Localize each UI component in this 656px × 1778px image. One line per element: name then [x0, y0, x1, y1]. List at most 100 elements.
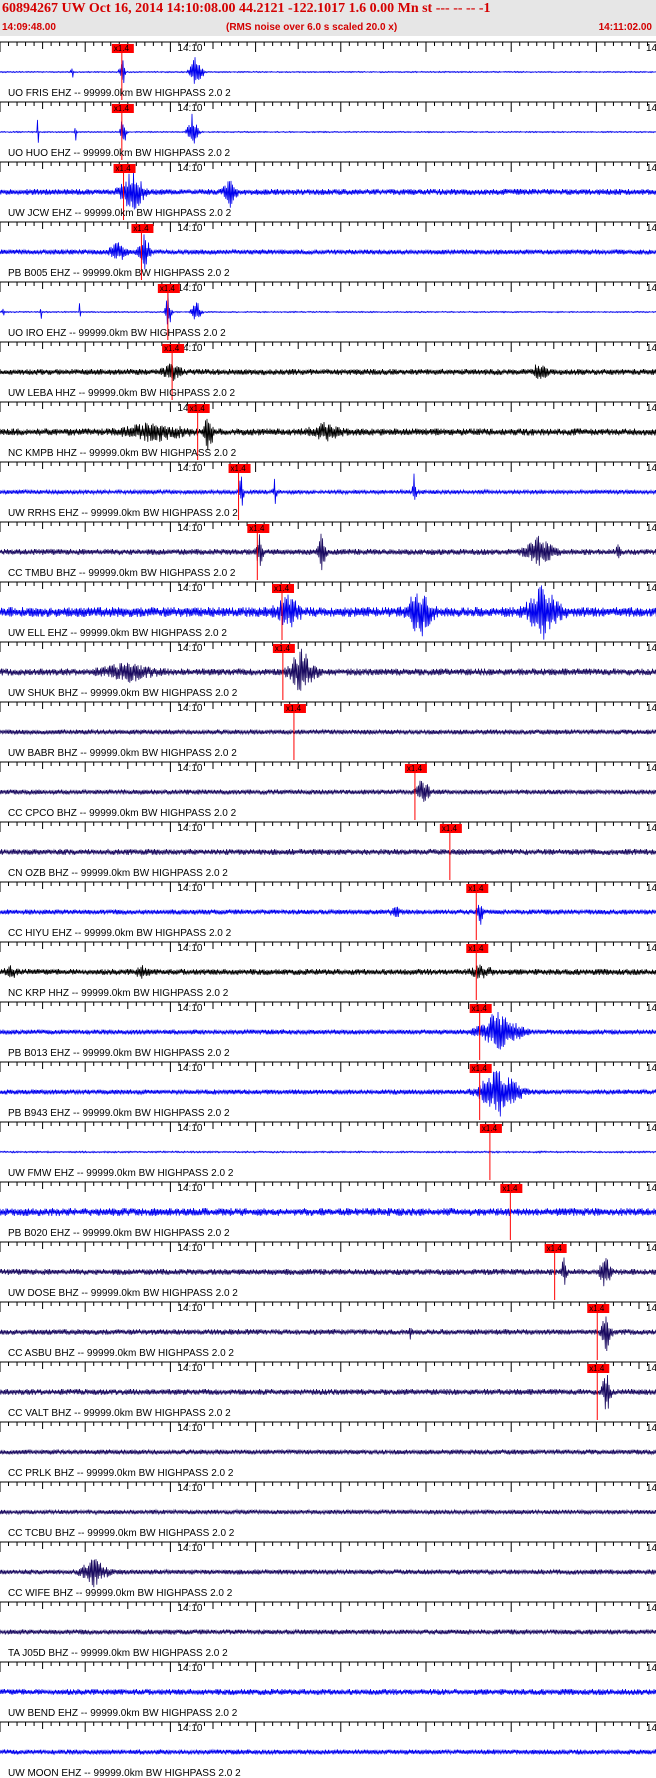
tick-label: 14:10: [177, 283, 202, 294]
trace-label: UW SHUK BHZ -- 99999.0km BW HIGHPASS 2.0…: [8, 688, 238, 699]
waveform-trace: [0, 533, 656, 571]
waveform-trace: [0, 1508, 656, 1516]
tick-label: 14:10: [177, 463, 202, 474]
tick-label: 14:10: [177, 703, 202, 714]
tick-label-right: 14: [646, 1063, 656, 1074]
trace-label: CC PRLK BHZ -- 99999.0km BW HIGHPASS 2.0…: [8, 1468, 234, 1479]
trace-label: NC KRP HHZ -- 99999.0km BW HIGHPASS 2.0 …: [8, 988, 229, 999]
waveform-trace: [0, 1448, 656, 1456]
tick-label-right: 14: [646, 1663, 656, 1674]
tick-label: 14:10: [177, 583, 202, 594]
waveform-trace: [0, 1374, 656, 1410]
waveform-trace: [0, 1559, 656, 1588]
trace-label: CC WIFE BHZ -- 99999.0km BW HIGHPASS 2.0…: [8, 1588, 233, 1599]
trace-label: UO HUO EHZ -- 99999.0km BW HIGHPASS 2.0 …: [8, 148, 231, 159]
trace-label: UW JCW EHZ -- 99999.0km BW HIGHPASS 2.0 …: [8, 208, 232, 219]
waveform-trace: [0, 1748, 656, 1756]
tick-label-right: 14: [646, 883, 656, 894]
tick-label-right: 14: [646, 1423, 656, 1434]
tick-label: 14:10: [177, 883, 202, 894]
waveform-trace: [0, 418, 656, 451]
trace-label: PB B005 EHZ -- 99999.0km BW HIGHPASS 2.0…: [8, 268, 230, 279]
trace-label: UW FMW EHZ -- 99999.0km BW HIGHPASS 2.0 …: [8, 1168, 234, 1179]
trace-label: UW DOSE BHZ -- 99999.0km BW HIGHPASS 2.0…: [8, 1288, 238, 1299]
tick-label: 14:10: [177, 1423, 202, 1434]
waveform-trace: [0, 1628, 656, 1636]
noise-note: (RMS noise over 6.0 s scaled 20.0 x): [226, 22, 398, 33]
trace-label: PB B013 EHZ -- 99999.0km BW HIGHPASS 2.0…: [8, 1048, 230, 1059]
waveform-trace: [0, 171, 656, 210]
waveform-trace: [0, 728, 656, 736]
waveform-trace: [0, 234, 656, 270]
waveform-trace: [0, 648, 656, 691]
tick-label: 14:10: [177, 1303, 202, 1314]
waveform-trace: [0, 1316, 656, 1352]
tick-label: 14:10: [177, 823, 202, 834]
tick-label: 14:10: [177, 1363, 202, 1374]
trace-label: TA J05D BHZ -- 99999.0km BW HIGHPASS 2.0…: [8, 1648, 228, 1659]
trace-label: CC VALT BHZ -- 99999.0km BW HIGHPASS 2.0…: [8, 1408, 231, 1419]
tick-label: 14:10: [177, 1663, 202, 1674]
waveform-trace: [0, 473, 656, 506]
trace-label: CC CPCO BHZ -- 99999.0km BW HIGHPASS 2.0…: [8, 808, 237, 819]
tick-label-right: 14: [646, 223, 656, 234]
tick-label-right: 14: [646, 943, 656, 954]
waveform-trace: [0, 1257, 656, 1287]
tick-label: 14:10: [177, 1123, 202, 1134]
trace-label: PB B943 EHZ -- 99999.0km BW HIGHPASS 2.0…: [8, 1108, 230, 1119]
seismogram-plot: 14:1014x1.4UO FRIS EHZ -- 99999.0km BW H…: [0, 41, 656, 1778]
tick-label: 14:10: [177, 1543, 202, 1554]
tick-label-right: 14: [646, 1543, 656, 1554]
tick-label: 14:10: [177, 1243, 202, 1254]
tick-label: 14:10: [177, 763, 202, 774]
tick-label-right: 14: [646, 463, 656, 474]
tick-label-right: 14: [646, 1723, 656, 1734]
trace-label: CC HIYU EHZ -- 99999.0km BW HIGHPASS 2.0…: [8, 928, 232, 939]
tick-label-right: 14: [646, 1003, 656, 1014]
waveform-trace: [0, 293, 656, 325]
tick-label: 14:10: [177, 223, 202, 234]
tick-label-right: 14: [646, 763, 656, 774]
tick-label-right: 14: [646, 523, 656, 534]
tick-label-right: 14: [646, 583, 656, 594]
trace-label: UO IRO EHZ -- 99999.0km BW HIGHPASS 2.0 …: [8, 328, 226, 339]
tick-label-right: 14: [646, 1243, 656, 1254]
tick-label: 14:10: [177, 943, 202, 954]
waveform-trace: [0, 964, 656, 979]
tick-label: 14:10: [177, 43, 202, 54]
tick-label: 14:10: [177, 1183, 202, 1194]
event-title: 60894267 UW Oct 16, 2014 14:10:08.00 44.…: [2, 1, 491, 16]
waveform-trace: [0, 1011, 656, 1050]
end-time: 14:11:02.00: [598, 22, 652, 33]
tick-label: 14:10: [177, 1603, 202, 1614]
tick-label-right: 14: [646, 103, 656, 114]
tick-label: 14:10: [177, 1483, 202, 1494]
trace-label: UW BABR BHZ -- 99999.0km BW HIGHPASS 2.0…: [8, 748, 237, 759]
start-time: 14:09:48.00: [2, 22, 56, 33]
waveform-trace: [0, 780, 656, 802]
trace-label: CC TMBU BHZ -- 99999.0km BW HIGHPASS 2.0…: [8, 568, 236, 579]
tick-label-right: 14: [646, 1603, 656, 1614]
tick-label: 14:10: [177, 1723, 202, 1734]
waveform-trace: [0, 1688, 656, 1696]
header-bar: 60894267 UW Oct 16, 2014 14:10:08.00 44.…: [0, 0, 656, 36]
tick-label-right: 14: [646, 703, 656, 714]
tick-label: 14:10: [177, 523, 202, 534]
waveform-trace: [0, 113, 656, 144]
trace-label: UW BEND EHZ -- 99999.0km BW HIGHPASS 2.0…: [8, 1708, 238, 1719]
trace-label: CC ASBU BHZ -- 99999.0km BW HIGHPASS 2.0…: [8, 1348, 234, 1359]
tick-label: 14:10: [177, 163, 202, 174]
trace-label: CN OZB BHZ -- 99999.0km BW HIGHPASS 2.0 …: [8, 868, 228, 879]
waveform-trace: [0, 848, 656, 856]
tick-label-right: 14: [646, 163, 656, 174]
trace-label: UW ELL EHZ -- 99999.0km BW HIGHPASS 2.0 …: [8, 628, 227, 639]
tick-label-right: 14: [646, 1483, 656, 1494]
trace-label: UW RRHS EHZ -- 99999.0km BW HIGHPASS 2.0…: [8, 508, 238, 519]
waveform-trace: [0, 1207, 656, 1217]
trace-label: PB B020 EHZ -- 99999.0km BW HIGHPASS 2.0…: [8, 1228, 230, 1239]
tick-label: 14:10: [177, 1063, 202, 1074]
tick-label-right: 14: [646, 1303, 656, 1314]
tick-label-right: 14: [646, 643, 656, 654]
trace-label: UW MOON EHZ -- 99999.0km BW HIGHPASS 2.0…: [8, 1768, 241, 1778]
trace-label: NC KMPB HHZ -- 99999.0km BW HIGHPASS 2.0…: [8, 448, 237, 459]
